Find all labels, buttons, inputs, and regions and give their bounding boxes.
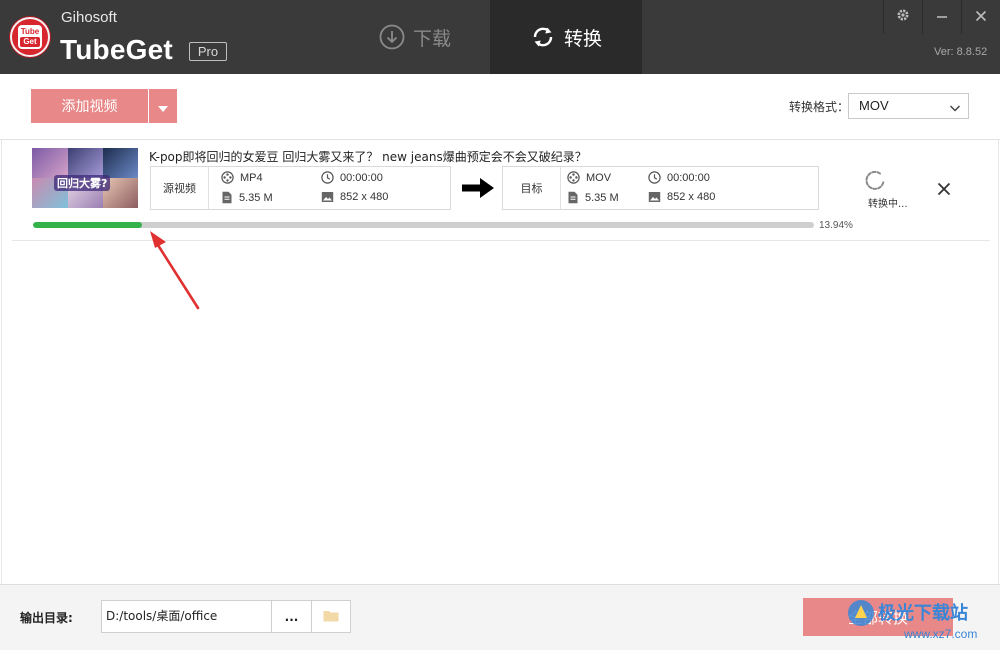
target-resolution: 852 x 480 xyxy=(648,191,715,203)
toolbar: 添加视频 转换格式： MOV xyxy=(0,74,1000,140)
close-icon xyxy=(974,7,988,28)
title-bar: Tube Get Gihosoft TubeGet Pro 下载 转换 Ver: … xyxy=(0,0,1000,74)
open-folder-button[interactable] xyxy=(311,600,351,633)
add-video-dropdown[interactable] xyxy=(149,89,177,123)
folder-icon xyxy=(323,607,339,626)
target-format: MOV xyxy=(567,171,611,184)
format-value: MOV xyxy=(859,98,889,113)
video-thumbnail: 回归大雾? xyxy=(32,148,138,208)
target-size: 5.35 M xyxy=(567,191,619,204)
clock-icon xyxy=(321,171,334,184)
output-directory-field[interactable]: D:/tools/桌面/office xyxy=(101,600,272,633)
remove-item-button[interactable] xyxy=(937,181,951,200)
conversion-list: 回归大雾? K-pop即将回归的女爱豆 回归大雾又来了？ new jeans爆曲… xyxy=(1,140,999,584)
output-directory-label: 输出目录: xyxy=(20,611,73,625)
tab-download[interactable]: 下载 xyxy=(340,0,490,74)
watermark-logo-icon xyxy=(846,598,876,632)
image-icon xyxy=(648,192,661,202)
gear-icon xyxy=(895,7,911,28)
loading-spinner-icon xyxy=(864,170,886,196)
target-duration: 00:00:00 xyxy=(648,171,710,184)
video-title: K-pop即将回归的女爱豆 回归大雾又来了？ new jeans爆曲预定会不会又… xyxy=(149,150,587,164)
image-icon xyxy=(321,192,334,202)
version-label: Ver: 8.8.52 xyxy=(934,46,988,58)
app-logo: Tube Get xyxy=(10,17,50,57)
tab-download-label: 下载 xyxy=(412,27,451,50)
watermark-url: www.xz7.com xyxy=(904,627,978,641)
add-video-button[interactable]: 添加视频 xyxy=(31,89,148,123)
thumbnail-caption: 回归大雾? xyxy=(54,175,111,191)
edition-badge: Pro xyxy=(189,42,227,61)
format-select[interactable]: MOV xyxy=(848,93,969,119)
vendor-name: Gihosoft xyxy=(61,9,117,26)
tab-convert[interactable]: 转换 xyxy=(490,0,642,74)
chevron-down-icon xyxy=(948,99,962,123)
file-icon xyxy=(568,191,578,204)
format-label: 转换格式： xyxy=(789,100,850,114)
watermark-text: 极光下载站 xyxy=(878,603,968,624)
conversion-status: 转换中... xyxy=(868,199,908,210)
source-label: 源视频 xyxy=(151,167,209,209)
close-icon xyxy=(937,181,951,200)
arrow-right-icon xyxy=(462,178,494,202)
browse-button[interactable]: ... xyxy=(271,600,312,633)
source-duration: 00:00:00 xyxy=(321,171,383,184)
progress-percentage: 13.94% xyxy=(819,220,853,231)
minimize-button[interactable] xyxy=(922,0,960,34)
source-resolution: 852 x 480 xyxy=(321,191,388,203)
target-label: 目标 xyxy=(503,167,561,209)
clock-icon xyxy=(648,171,661,184)
target-info: 目标 MOV 00:00:00 5.35 M 852 x 480 xyxy=(502,166,819,210)
close-window-button[interactable] xyxy=(961,0,999,34)
settings-button[interactable] xyxy=(883,0,921,34)
app-name: TubeGet xyxy=(60,34,173,65)
minimize-icon xyxy=(935,7,949,28)
convert-icon xyxy=(530,24,556,50)
chevron-down-icon xyxy=(158,97,168,116)
source-format: MP4 xyxy=(221,171,263,184)
progress-fill xyxy=(33,222,142,228)
source-size: 5.35 M xyxy=(221,191,273,204)
tab-convert-label: 转换 xyxy=(563,27,602,50)
download-icon xyxy=(379,24,405,50)
annotation-arrow-icon xyxy=(146,228,206,318)
film-reel-icon xyxy=(567,171,580,184)
file-icon xyxy=(222,191,232,204)
source-info: 源视频 MP4 00:00:00 5.35 M 852 x 480 xyxy=(150,166,451,210)
list-item: 回归大雾? K-pop即将回归的女爱豆 回归大雾又来了？ new jeans爆曲… xyxy=(12,140,990,241)
film-reel-icon xyxy=(221,171,234,184)
